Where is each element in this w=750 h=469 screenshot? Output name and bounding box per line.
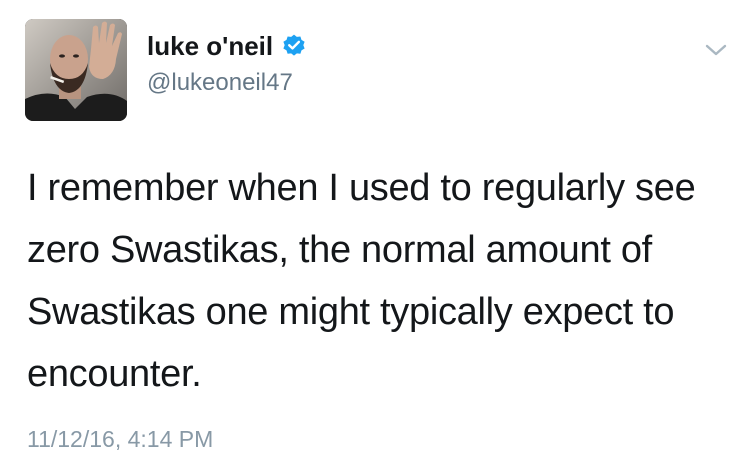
verified-badge-icon	[281, 33, 307, 59]
name-row: luke o'neil	[147, 28, 627, 64]
user-handle[interactable]: @lukeoneil47	[147, 67, 627, 99]
display-name[interactable]: luke o'neil	[147, 28, 273, 64]
chevron-down-icon[interactable]	[703, 40, 729, 60]
tweet-card: luke o'neil @lukeoneil47 I remember when…	[0, 0, 750, 469]
user-info: luke o'neil @lukeoneil47	[147, 28, 627, 99]
avatar[interactable]	[25, 19, 127, 121]
tweet-text: I remember when I used to regularly see …	[27, 167, 696, 395]
avatar-photo-icon	[25, 19, 127, 121]
tweet-timestamp[interactable]: 11/12/16, 4:14 PM	[27, 424, 213, 454]
